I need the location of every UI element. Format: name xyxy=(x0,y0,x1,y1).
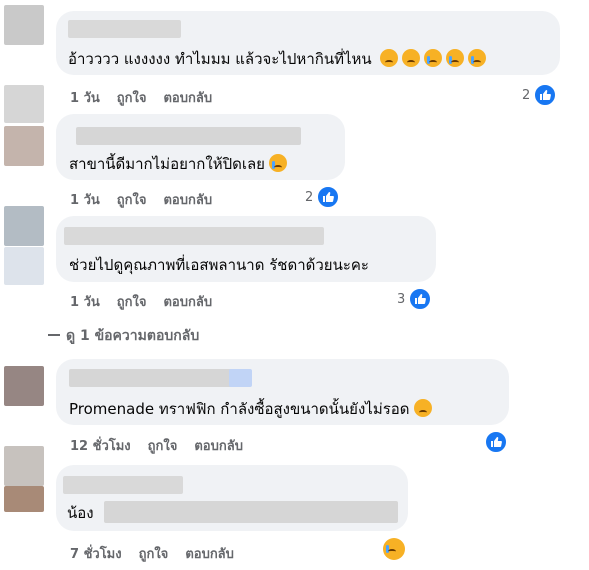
avatar[interactable] xyxy=(4,126,44,166)
reaction-count[interactable]: 2 xyxy=(522,83,558,107)
comment-bubble: Promenade ทราฟฟิก กำลังซื้อสูงขนาดนั้นยั… xyxy=(56,359,509,425)
avatar[interactable] xyxy=(4,206,44,246)
comment-text: น้อง xyxy=(67,504,94,522)
comment-bubble: อ้าวววว แงงงงง ทำไมมม แล้วจะไปหากินที่ไห… xyxy=(56,11,560,75)
comment-bubble: น้อง xyxy=(56,465,408,531)
sad-emoji-icon xyxy=(380,49,399,67)
crying-emoji-icon xyxy=(424,49,443,67)
view-replies-link[interactable]: ดู 1 ข้อความตอบกลับ xyxy=(48,325,199,347)
comment-bubble: สาขานี้ดีมากไม่อยากให้ปิดเลย xyxy=(56,114,345,180)
avatar[interactable] xyxy=(4,5,44,45)
thumbs-up-icon xyxy=(408,287,433,311)
comment-actions: 7 ชั่วโมง ถูกใจ ตอบกลับ xyxy=(70,543,251,564)
avatar xyxy=(4,486,44,512)
comment-actions: 1 วัน ถูกใจ ตอบกลับ xyxy=(70,291,229,312)
reply-arrow-icon xyxy=(48,334,60,336)
crying-emoji-icon xyxy=(383,538,405,560)
author-name-redacted[interactable] xyxy=(64,227,324,245)
sad-emoji-icon xyxy=(402,49,421,67)
author-name-redacted[interactable] xyxy=(63,476,183,494)
reply-button[interactable]: ตอบกลับ xyxy=(163,91,212,106)
timestamp[interactable]: 12 ชั่วโมง xyxy=(70,439,131,454)
comment-text: Promenade ทราฟฟิก กำลังซื้อสูงขนาดนั้นยั… xyxy=(69,397,432,421)
comment-actions: 1 วัน ถูกใจ ตอบกลับ xyxy=(70,189,229,210)
reaction-count[interactable] xyxy=(484,430,508,454)
crying-emoji-icon xyxy=(268,154,287,172)
avatar[interactable] xyxy=(4,366,44,406)
author-name-redacted[interactable] xyxy=(68,20,181,38)
comment-text: อ้าวววว แงงงงง ทำไมมม แล้วจะไปหากินที่ไห… xyxy=(68,47,487,71)
like-button[interactable]: ถูกใจ xyxy=(148,439,178,454)
like-button[interactable]: ถูกใจ xyxy=(117,193,147,208)
comment-actions: 1 วัน ถูกใจ ตอบกลับ xyxy=(70,87,229,108)
avatar xyxy=(4,247,44,285)
reaction-count[interactable] xyxy=(383,538,405,560)
reaction-count[interactable]: 3 xyxy=(397,287,433,311)
comment-bubble: ช่วยไปดูคุณภาพที่เอสพลานาด รัชดาด้วยนะคะ xyxy=(56,216,436,282)
author-name-redacted[interactable] xyxy=(76,127,301,145)
author-name-redacted[interactable] xyxy=(69,369,242,387)
avatar[interactable] xyxy=(4,446,44,486)
crying-emoji-icon xyxy=(446,49,465,67)
comment-text: สาขานี้ดีมากไม่อยากให้ปิดเลย xyxy=(69,152,287,176)
reaction-count[interactable]: 2 xyxy=(305,185,341,209)
thumbs-up-icon xyxy=(316,185,341,209)
author-name-redacted xyxy=(229,369,252,387)
timestamp[interactable]: 1 วัน xyxy=(70,193,100,208)
disappointed-emoji-icon xyxy=(413,399,432,417)
comment-actions: 12 ชั่วโมง ถูกใจ ตอบกลับ xyxy=(70,435,260,456)
timestamp[interactable]: 1 วัน xyxy=(70,91,100,106)
timestamp[interactable]: 1 วัน xyxy=(70,295,100,310)
like-button[interactable]: ถูกใจ xyxy=(139,547,169,562)
crying-emoji-icon xyxy=(468,49,487,67)
reply-button[interactable]: ตอบกลับ xyxy=(163,295,212,310)
reply-button[interactable]: ตอบกลับ xyxy=(194,439,243,454)
like-button[interactable]: ถูกใจ xyxy=(117,295,147,310)
thumbs-up-icon xyxy=(484,430,508,454)
reply-button[interactable]: ตอบกลับ xyxy=(185,547,234,562)
reply-button[interactable]: ตอบกลับ xyxy=(163,193,212,208)
avatar xyxy=(4,85,44,123)
like-button[interactable]: ถูกใจ xyxy=(117,91,147,106)
comment-text: ช่วยไปดูคุณภาพที่เอสพลานาด รัชดาด้วยนะคะ xyxy=(69,256,369,274)
timestamp[interactable]: 7 ชั่วโมง xyxy=(70,547,122,562)
comment-text-redacted xyxy=(104,501,398,523)
thumbs-up-icon xyxy=(533,83,558,107)
